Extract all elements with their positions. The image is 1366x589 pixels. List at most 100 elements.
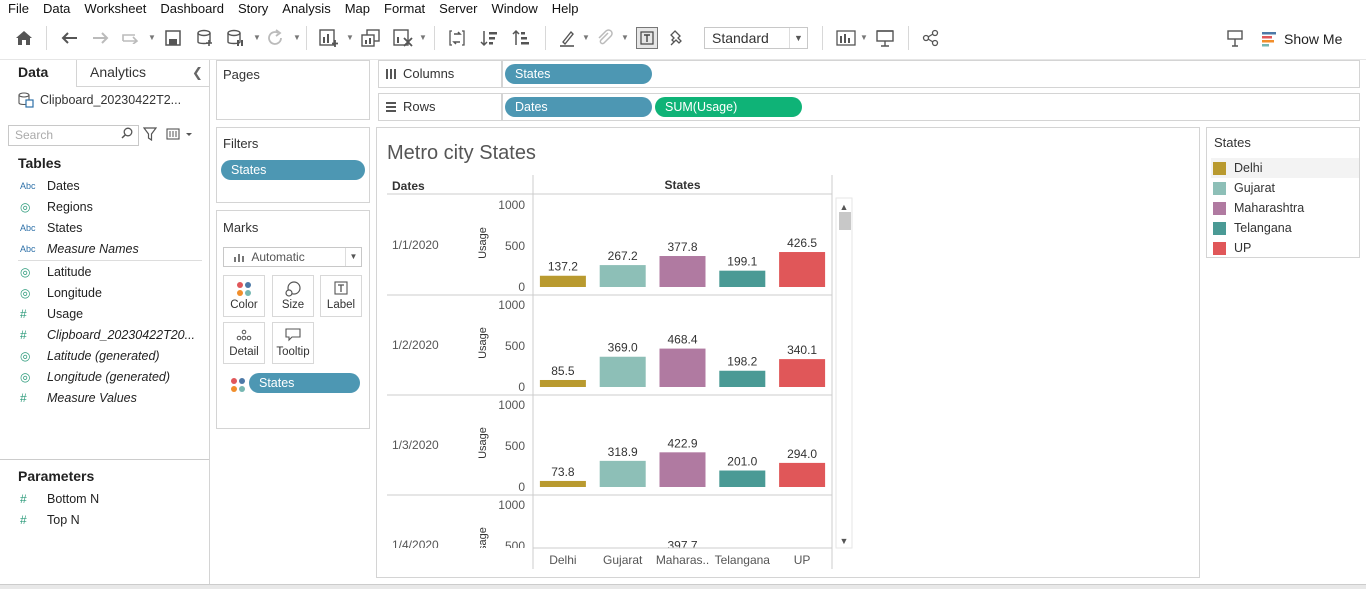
fit-select[interactable]: Standard ▼ <box>704 27 808 49</box>
sheet-tabs-bar[interactable] <box>0 584 1366 589</box>
parameter-top-n[interactable]: # Top N <box>20 510 80 530</box>
row-label-date: 1/1/2020 <box>392 238 439 252</box>
color-button[interactable]: Color <box>223 275 265 317</box>
menu-item-format[interactable]: Format <box>384 1 425 16</box>
y-tick-label: 1000 <box>498 498 525 512</box>
refresh-icon[interactable] <box>264 27 286 49</box>
globe-icon: ◎ <box>20 265 31 279</box>
redo-icon[interactable] <box>90 27 112 49</box>
share-icon[interactable] <box>920 27 942 49</box>
tooltip-pin-icon[interactable] <box>1224 27 1246 49</box>
legend-item-maharashtra[interactable]: Maharashtra <box>1211 198 1359 218</box>
detail-button[interactable]: Detail <box>223 322 265 364</box>
new-datasource-icon[interactable] <box>194 27 216 49</box>
pages-card[interactable]: Pages <box>216 60 370 120</box>
label-icon <box>321 281 361 299</box>
search-input[interactable]: Search <box>8 125 139 146</box>
parameter-bottom-n[interactable]: # Bottom N <box>20 489 99 509</box>
datasource-name: Clipboard_20230422T2... <box>40 93 182 107</box>
field-longitude[interactable]: ◎ Longitude <box>20 283 102 303</box>
menu-item-worksheet[interactable]: Worksheet <box>84 1 146 16</box>
save-icon[interactable] <box>162 27 184 49</box>
legend-item-up[interactable]: UP <box>1211 238 1359 258</box>
viz-canvas[interactable]: Metro city States Dates States 1/1/2020 Usa… <box>376 127 1200 578</box>
globe-icon: ◎ <box>20 349 31 363</box>
collapse-pane-icon[interactable]: ❮ <box>192 65 203 81</box>
group-members-icon[interactable] <box>594 27 616 49</box>
legend-item-gujarat[interactable]: Gujarat <box>1211 178 1359 198</box>
size-button[interactable]: Size <box>272 275 314 317</box>
pause-updates-icon[interactable] <box>224 27 246 49</box>
swap-rows-columns-icon[interactable] <box>446 27 468 49</box>
sort-ascending-icon[interactable] <box>478 27 500 49</box>
show-mark-labels-icon[interactable] <box>636 27 658 49</box>
data-pane-tabs: Data Analytics ❮ <box>0 60 209 87</box>
field-name: Latitude <box>47 265 92 279</box>
columns-pill-states[interactable]: States <box>505 64 652 84</box>
tab-analytics[interactable]: Analytics <box>90 60 146 85</box>
filter-pill-states[interactable]: States <box>221 160 365 180</box>
rows-label: Rows <box>403 99 436 114</box>
legend-item-delhi[interactable]: Delhi <box>1211 158 1359 178</box>
home-icon[interactable] <box>13 27 35 49</box>
y-axis-label: Usage <box>477 527 489 559</box>
field-clipboard-20230422t20[interactable]: # Clipboard_20230422T20... <box>20 325 195 345</box>
marks-color-pill-states[interactable]: States <box>249 373 360 393</box>
menu-bar: File Data Worksheet Dashboard Story Analysis M… <box>0 0 1366 17</box>
field-dates[interactable]: Abc Dates <box>20 176 80 196</box>
replay-icon[interactable] <box>120 27 142 49</box>
show-me-button[interactable]: Show Me <box>1262 29 1342 49</box>
rows-pill-dates[interactable]: Dates <box>505 97 652 117</box>
bar-value-label: 422.9 <box>667 436 697 450</box>
presentation-mode-icon[interactable] <box>874 27 896 49</box>
mark-type-select[interactable]: Automatic ▼ <box>223 247 362 267</box>
field-latitude-generated[interactable]: ◎ Latitude (generated) <box>20 346 160 366</box>
menu-item-help[interactable]: Help <box>552 1 579 16</box>
undo-icon[interactable] <box>58 27 80 49</box>
rows-shelf[interactable]: Dates SUM(Usage) <box>502 93 1360 121</box>
y-tick-label: 0 <box>518 280 525 294</box>
parameters-divider <box>0 459 209 460</box>
show-cards-icon[interactable] <box>835 27 857 49</box>
field-measure-names[interactable]: Abc Measure Names <box>20 239 139 259</box>
field-latitude[interactable]: ◎ Latitude <box>20 262 91 282</box>
field-regions[interactable]: ◎ Regions <box>20 197 93 217</box>
datasource-item[interactable]: Clipboard_20230422T2... <box>18 92 181 108</box>
field-measure-values[interactable]: # Measure Values <box>20 388 137 408</box>
columns-shelf[interactable]: States <box>502 60 1360 88</box>
sort-descending-icon[interactable] <box>510 27 532 49</box>
marks-card: Marks Automatic ▼ Color Size Label Detai… <box>216 210 370 429</box>
y-axis-label: Usage <box>477 227 489 259</box>
clear-sheet-icon[interactable] <box>392 27 414 49</box>
menu-item-data[interactable]: Data <box>43 1 70 16</box>
legend-label: Maharashtra <box>1234 201 1305 215</box>
label-button[interactable]: Label <box>320 275 362 317</box>
field-states[interactable]: Abc States <box>20 218 82 238</box>
view-options-icon[interactable] <box>166 128 192 143</box>
fix-axes-icon[interactable] <box>666 27 688 49</box>
filters-card[interactable]: Filters States <box>216 127 370 203</box>
legend-item-telangana[interactable]: Telangana <box>1211 218 1359 238</box>
highlight-icon[interactable] <box>556 27 578 49</box>
menu-item-file[interactable]: File <box>8 1 29 16</box>
menu-item-story[interactable]: Story <box>238 1 268 16</box>
parameter-icon: # <box>20 513 27 527</box>
menu-item-window[interactable]: Window <box>491 1 537 16</box>
field-longitude-generated[interactable]: ◎ Longitude (generated) <box>20 367 170 387</box>
filter-icon[interactable] <box>142 127 158 144</box>
menu-item-dashboard[interactable]: Dashboard <box>160 1 224 16</box>
legend-swatch <box>1213 201 1226 215</box>
menu-item-map[interactable]: Map <box>345 1 370 16</box>
tab-data[interactable]: Data <box>0 60 77 87</box>
columns-label: Columns <box>403 66 455 81</box>
duplicate-sheet-icon[interactable] <box>360 27 382 49</box>
menu-item-server[interactable]: Server <box>439 1 477 16</box>
new-worksheet-icon[interactable] <box>318 27 340 49</box>
y-tick-label: 1000 <box>498 298 525 312</box>
legend-label: Delhi <box>1234 161 1263 175</box>
tooltip-button[interactable]: Tooltip <box>272 322 314 364</box>
menu-item-analysis[interactable]: Analysis <box>282 1 330 16</box>
rows-pill-sum-usage[interactable]: SUM(Usage) <box>655 97 802 117</box>
field-usage[interactable]: # Usage <box>20 304 83 324</box>
tooltip-button-label: Tooltip <box>276 346 310 358</box>
